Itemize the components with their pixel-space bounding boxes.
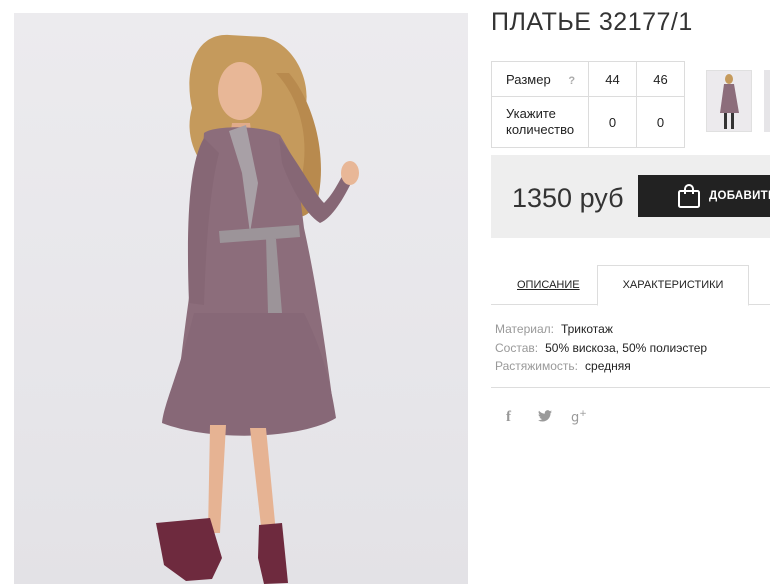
size-label-cell: Размер ? bbox=[491, 61, 589, 97]
google-plus-icon[interactable]: g+ bbox=[571, 409, 587, 425]
size-46: 46 bbox=[636, 61, 685, 97]
spec-value: средняя bbox=[585, 359, 631, 373]
spec-value: 50% вискоза, 50% полиэстер bbox=[545, 340, 708, 355]
add-to-cart-label: ДОБАВИТЬ bbox=[709, 190, 770, 202]
spec-value: Трикотаж bbox=[560, 322, 613, 336]
spec-row-composition: Состав: 50% вискоза, 50% полиэстер bbox=[495, 339, 707, 358]
quantity-label-line1: Укажите bbox=[506, 106, 556, 121]
product-thumbnail[interactable] bbox=[706, 70, 752, 132]
quantity-label-line2: количество bbox=[506, 122, 575, 137]
product-main-image[interactable] bbox=[14, 13, 468, 584]
quantity-row: Укажите количество 0 0 bbox=[491, 96, 685, 148]
thumbnail-model bbox=[720, 74, 739, 129]
thumbnail-next-edge[interactable] bbox=[764, 70, 770, 132]
add-to-cart-button[interactable]: ДОБАВИТЬ bbox=[638, 175, 770, 217]
size-quantity-table: Размер ? 44 46 Укажите количество 0 0 bbox=[491, 61, 685, 148]
quantity-input-46[interactable]: 0 bbox=[636, 96, 685, 148]
model-illustration bbox=[156, 34, 359, 584]
size-44: 44 bbox=[588, 61, 637, 97]
facebook-icon[interactable]: f bbox=[506, 409, 511, 426]
quantity-input-44[interactable]: 0 bbox=[588, 96, 637, 148]
product-title: ПЛАТЬЕ 32177/1 bbox=[491, 8, 693, 36]
tab-description[interactable]: ОПИСАНИЕ bbox=[517, 279, 580, 291]
price-panel: 1350 руб ДОБАВИТЬ bbox=[491, 155, 770, 238]
specs-divider bbox=[491, 387, 770, 388]
size-label: Размер bbox=[506, 71, 551, 87]
tab-characteristics[interactable]: ХАРАКТЕРИСТИКИ bbox=[597, 265, 749, 306]
quantity-label-cell: Укажите количество bbox=[491, 96, 589, 148]
size-help-icon[interactable]: ? bbox=[568, 75, 575, 87]
size-row: Размер ? 44 46 bbox=[491, 61, 685, 97]
product-price: 1350 руб bbox=[512, 183, 624, 213]
spec-key: Состав: bbox=[495, 340, 539, 355]
shopping-bag-icon bbox=[677, 183, 701, 209]
spec-key: Материал: bbox=[495, 322, 554, 336]
characteristics-list: Материал: Трикотаж Состав: 50% вискоза, 50… bbox=[495, 320, 707, 376]
spec-key: Растяжимость: bbox=[495, 359, 579, 373]
twitter-icon[interactable] bbox=[538, 410, 552, 426]
spec-row-stretch: Растяжимость: средняя bbox=[495, 357, 707, 376]
spec-row-material: Материал: Трикотаж bbox=[495, 320, 707, 339]
